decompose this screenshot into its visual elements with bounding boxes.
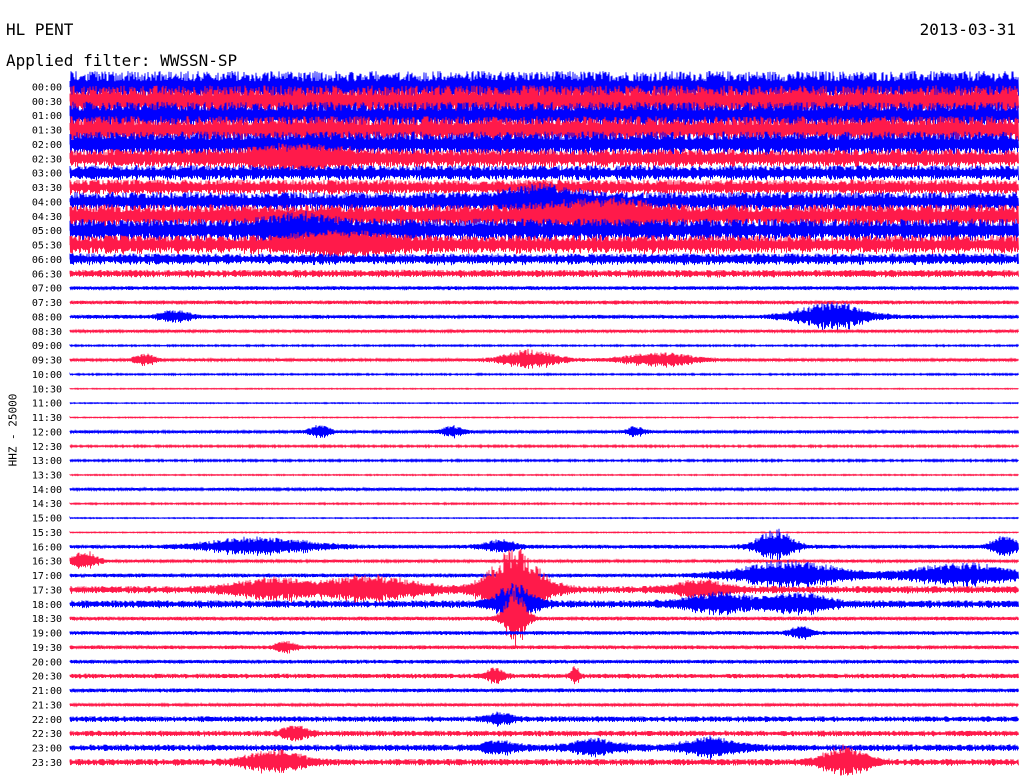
- time-label: 23:30: [32, 758, 62, 769]
- time-label: 07:00: [32, 284, 62, 295]
- trace-row: [69, 735, 1019, 761]
- time-label: 01:00: [32, 111, 62, 122]
- station-title: HL PENT: [6, 20, 74, 39]
- time-label-layer: 00:00 00:30 01:00 01:30 02:00 02:30 03:00 03:30…: [32, 83, 62, 769]
- time-label: 14:00: [32, 485, 62, 496]
- trace-row: [69, 501, 1019, 507]
- trace-row: [69, 165, 1019, 182]
- trace-row: [69, 486, 1019, 493]
- time-label: 01:30: [32, 126, 62, 137]
- time-label: 22:30: [32, 729, 62, 740]
- time-label: 13:00: [32, 456, 62, 467]
- time-label: 16:30: [32, 557, 62, 568]
- trace-row: [69, 387, 1019, 391]
- trace-row: [69, 701, 1019, 708]
- time-label: 06:00: [32, 255, 62, 266]
- time-label: 06:30: [32, 269, 62, 280]
- trace-row: [69, 269, 1019, 278]
- seismogram-plot: 00:00 00:30 01:00 01:30 02:00 02:30 03:00 03:30…: [32, 70, 1019, 776]
- time-label: 20:00: [32, 657, 62, 668]
- time-label: 00:00: [32, 83, 62, 94]
- time-label: 21:30: [32, 700, 62, 711]
- trace-row: [69, 343, 1019, 348]
- time-label: 00:30: [32, 97, 62, 108]
- time-label: 09:00: [32, 341, 62, 352]
- trace-row: [69, 666, 1019, 685]
- trace-row: [69, 725, 1019, 742]
- time-label: 19:30: [32, 643, 62, 654]
- time-label: 16:00: [32, 542, 62, 553]
- trace-row: [69, 457, 1019, 464]
- time-label: 02:00: [32, 140, 62, 151]
- trace-row: [69, 711, 1019, 727]
- time-label: 03:00: [32, 169, 62, 180]
- time-label: 10:30: [32, 384, 62, 395]
- trace-row: [69, 551, 1019, 569]
- trace-row: [69, 285, 1019, 291]
- trace-row: [69, 687, 1019, 694]
- time-label: 18:00: [32, 600, 62, 611]
- time-label: 02:30: [32, 154, 62, 165]
- trace-row: [69, 658, 1019, 665]
- time-label: 12:00: [32, 427, 62, 438]
- time-label: 17:00: [32, 571, 62, 582]
- trace-row: [69, 473, 1019, 477]
- time-label: 03:30: [32, 183, 62, 194]
- trace-row: [69, 372, 1019, 377]
- time-label: 12:30: [32, 442, 62, 453]
- trace-row: [69, 253, 1019, 266]
- trace-row: [69, 415, 1019, 420]
- time-label: 15:30: [32, 528, 62, 539]
- time-label: 19:00: [32, 629, 62, 640]
- channel-label: HHZ - 25000: [6, 393, 20, 467]
- trace-row: [69, 401, 1019, 405]
- trace-row: [69, 299, 1019, 306]
- time-label: 17:30: [32, 586, 62, 597]
- time-label: 04:30: [32, 212, 62, 223]
- time-label: 18:30: [32, 614, 62, 625]
- filter-label: Applied filter: WWSSN-SP: [6, 51, 238, 70]
- time-label: 08:00: [32, 312, 62, 323]
- time-label: 21:00: [32, 686, 62, 697]
- time-label: 04:00: [32, 198, 62, 209]
- time-label: 14:30: [32, 499, 62, 510]
- trace-row: [69, 528, 1019, 564]
- trace-row: [69, 425, 1019, 439]
- time-label: 05:00: [32, 226, 62, 237]
- trace-row: [69, 302, 1019, 331]
- trace-row: [69, 530, 1019, 534]
- trace-row: [69, 328, 1019, 335]
- time-label: 11:30: [32, 413, 62, 424]
- time-label: 05:30: [32, 241, 62, 252]
- time-label: 15:00: [32, 514, 62, 525]
- time-label: 10:00: [32, 370, 62, 381]
- time-label: 13:30: [32, 471, 62, 482]
- time-label: 23:00: [32, 744, 62, 755]
- time-label: 07:30: [32, 298, 62, 309]
- trace-row: [69, 443, 1019, 449]
- time-label: 11:00: [32, 399, 62, 410]
- trace-row: [69, 348, 1019, 369]
- trace-row: [69, 640, 1019, 654]
- time-label: 08:30: [32, 327, 62, 338]
- time-label: 20:30: [32, 672, 62, 683]
- time-label: 22:00: [32, 715, 62, 726]
- trace-row: [69, 515, 1019, 520]
- time-label: 09:30: [32, 356, 62, 367]
- record-date: 2013-03-31: [919, 20, 1016, 39]
- trace-layer: [69, 70, 1019, 776]
- trace-row: [69, 626, 1019, 640]
